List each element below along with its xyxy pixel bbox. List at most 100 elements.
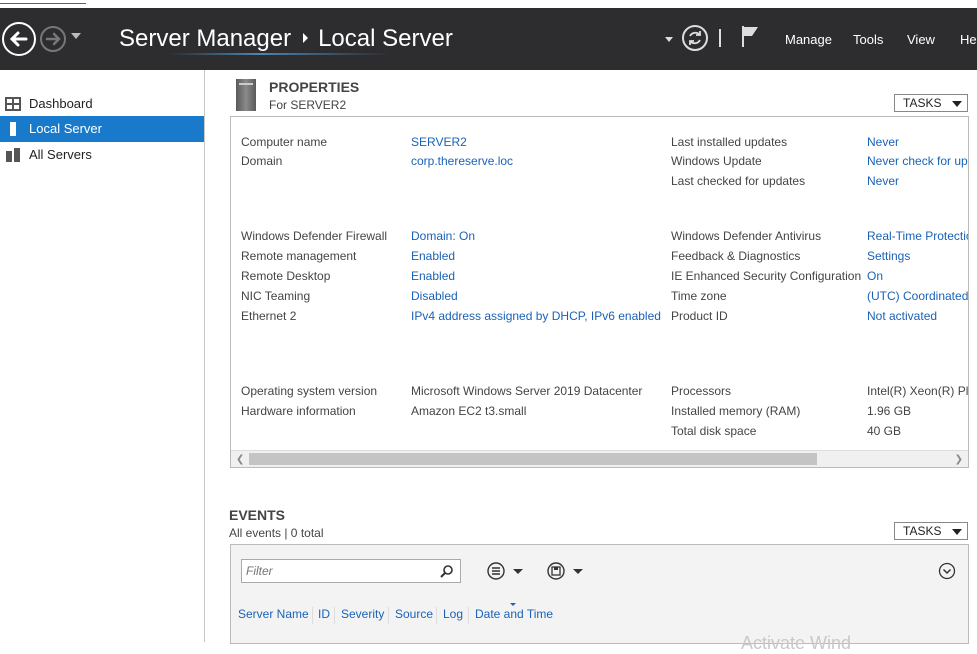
arrow-left-icon: [9, 31, 28, 47]
events-title: EVENTS: [229, 507, 286, 523]
sidebar-item-all-servers[interactable]: All Servers: [0, 142, 204, 168]
prop-value-link[interactable]: Real-Time Protectio: [867, 229, 968, 243]
prop-value: Intel(R) Xeon(R) Pla: [867, 384, 969, 398]
column-severity[interactable]: Severity: [341, 607, 384, 621]
prop-value-link[interactable]: corp.thereserve.loc: [411, 154, 513, 168]
back-button[interactable]: [2, 22, 36, 56]
dashboard-icon: [5, 97, 21, 111]
history-dropdown-icon[interactable]: [71, 33, 81, 39]
server-icon: [10, 122, 16, 136]
prop-value-link[interactable]: Enabled: [411, 249, 455, 263]
sort-indicator-icon: [510, 603, 516, 606]
properties-subtitle: For SERVER2: [269, 98, 347, 112]
breadcrumb-underline: [170, 53, 390, 55]
prop-label: Last checked for updates: [671, 174, 806, 188]
prop-value-link[interactable]: Never: [867, 135, 899, 149]
sidebar: Dashboard Local Server All Servers: [0, 70, 205, 642]
prop-value-link[interactable]: Settings: [867, 249, 910, 263]
prop-label: Hardware information: [241, 404, 356, 418]
title-accent: [0, 0, 86, 4]
prop-value-link[interactable]: Not activated: [867, 309, 937, 323]
sidebar-item-label: All Servers: [29, 147, 92, 162]
prop-value-link[interactable]: On: [867, 269, 883, 283]
flag-icon: [742, 26, 758, 47]
filter-input[interactable]: [246, 563, 436, 579]
scroll-right-icon[interactable]: ❯: [955, 454, 963, 465]
server-tower-icon: [236, 79, 256, 111]
scrollbar-thumb[interactable]: [249, 453, 817, 465]
chevron-down-icon[interactable]: [513, 569, 523, 574]
forward-button[interactable]: [40, 26, 66, 52]
chevron-down-icon: [952, 101, 962, 107]
prop-label: Windows Update: [671, 154, 762, 168]
list-options-icon[interactable]: [486, 561, 506, 581]
chevron-down-icon[interactable]: [573, 569, 583, 574]
window-top-strip: [0, 0, 977, 8]
prop-value: Amazon EC2 t3.small: [411, 404, 527, 418]
breadcrumb: Server Manager Local Server: [119, 25, 453, 53]
events-panel: Server Name ID Severity Source Log Date …: [230, 544, 969, 653]
prop-label: Windows Defender Firewall: [241, 229, 388, 243]
notifications-flag-button[interactable]: [740, 24, 760, 48]
prop-label: Processors: [671, 384, 732, 398]
prop-value: 40 GB: [867, 424, 902, 438]
column-separator: [388, 607, 389, 624]
column-date-time[interactable]: Date and Time: [475, 607, 553, 621]
column-log[interactable]: Log: [443, 607, 463, 621]
activation-watermark: Activate Wind: [741, 633, 852, 653]
tasks-label: TASKS: [903, 96, 942, 110]
prop-value-link[interactable]: (UTC) Coordinated: [867, 289, 968, 303]
sidebar-item-dashboard[interactable]: Dashboard: [0, 91, 204, 117]
column-separator: [468, 607, 469, 624]
chevron-down-icon: [952, 529, 962, 535]
menu-view[interactable]: View: [907, 32, 935, 47]
prop-label: Ethernet 2: [241, 309, 297, 323]
search-icon[interactable]: [440, 564, 454, 578]
horizontal-scrollbar[interactable]: ❮ ❯: [231, 450, 968, 467]
column-separator: [312, 607, 313, 624]
prop-label: Time zone: [671, 289, 727, 303]
prop-value-link[interactable]: Enabled: [411, 269, 455, 283]
expand-icon[interactable]: [938, 562, 956, 580]
menu-help[interactable]: Help: [960, 32, 977, 47]
prop-label: Last installed updates: [671, 135, 788, 149]
menu-manage[interactable]: Manage: [785, 32, 832, 47]
sidebar-item-label: Local Server: [29, 121, 102, 136]
breadcrumb-root[interactable]: Server Manager: [119, 25, 291, 52]
save-query-icon[interactable]: [546, 561, 566, 581]
menu-tools[interactable]: Tools: [853, 32, 883, 47]
events-subtitle: All events | 0 total: [229, 526, 324, 540]
events-tasks-button[interactable]: TASKS: [894, 522, 968, 540]
prop-value-link[interactable]: Never check for up: [867, 154, 968, 168]
prop-value-link[interactable]: Disabled: [411, 289, 458, 303]
filter-box[interactable]: [241, 559, 461, 583]
column-server-name[interactable]: Server Name: [238, 607, 309, 621]
prop-label: Computer name: [241, 135, 328, 149]
breadcrumb-current: Local Server: [318, 25, 453, 52]
column-id[interactable]: ID: [318, 607, 330, 621]
breadcrumb-separator-icon: [303, 32, 309, 43]
prop-value-link[interactable]: Domain: On: [411, 229, 475, 243]
prop-value: Microsoft Windows Server 2019 Datacenter: [411, 384, 643, 398]
column-separator: [334, 607, 335, 624]
notifications-dropdown-icon[interactable]: [665, 37, 673, 42]
prop-value-link[interactable]: IPv4 address assigned by DHCP, IPv6 enab…: [411, 309, 661, 323]
prop-value-link[interactable]: SERVER2: [411, 135, 467, 149]
toolbar-divider: [719, 29, 721, 47]
column-source[interactable]: Source: [395, 607, 433, 621]
sidebar-item-label: Dashboard: [29, 96, 93, 111]
prop-label: Windows Defender Antivirus: [671, 229, 822, 243]
column-separator: [436, 607, 437, 624]
prop-label: Domain: [241, 154, 283, 168]
properties-title: PROPERTIES: [269, 79, 360, 95]
prop-label: Total disk space: [671, 424, 757, 438]
prop-label: Installed memory (RAM): [671, 404, 801, 418]
prop-label: Remote management: [241, 249, 357, 263]
prop-label: Remote Desktop: [241, 269, 331, 283]
refresh-button[interactable]: [682, 25, 708, 51]
sidebar-item-local-server[interactable]: Local Server: [0, 116, 204, 142]
prop-label: Operating system version: [241, 384, 378, 398]
properties-tasks-button[interactable]: TASKS: [894, 94, 968, 112]
scroll-left-icon[interactable]: ❮: [236, 454, 244, 465]
prop-value-link[interactable]: Never: [867, 174, 899, 188]
